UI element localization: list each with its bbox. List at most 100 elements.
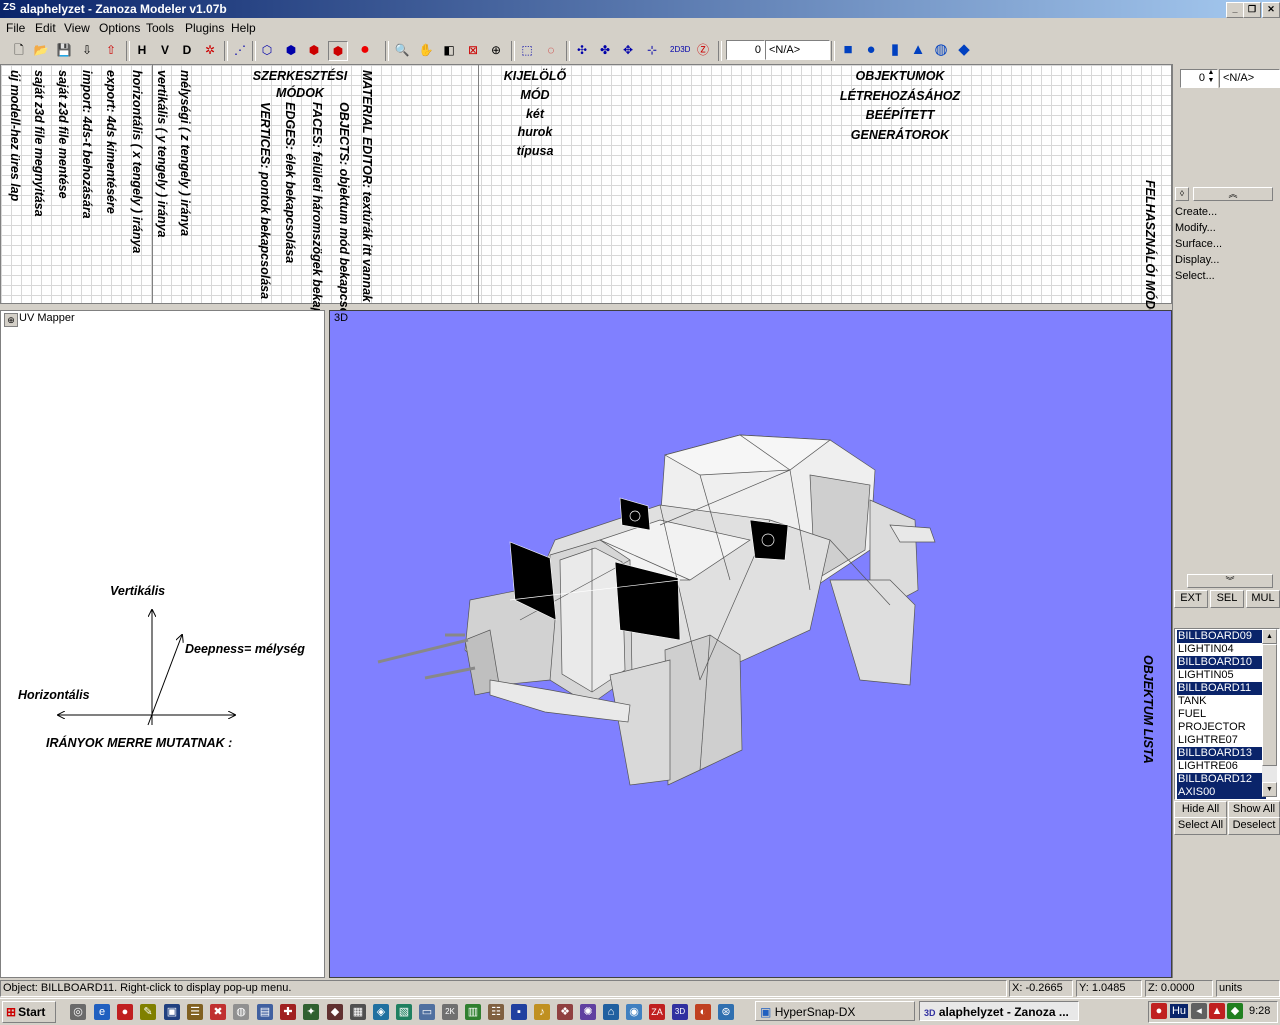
close-button[interactable]: ✕ xyxy=(1262,2,1280,18)
save-file-icon[interactable]: 💾 xyxy=(55,41,73,59)
quicklaunch-icon-7[interactable]: ✖ xyxy=(210,1004,226,1020)
quicklaunch-icon-27[interactable]: 3D xyxy=(672,1004,688,1020)
quicklaunch-icon-12[interactable]: ◆ xyxy=(327,1004,343,1020)
menu-tools[interactable]: Tools xyxy=(146,21,174,35)
quicklaunch-icon-21[interactable]: ♪ xyxy=(534,1004,550,1020)
object-list-item[interactable]: LIGHTRE06 xyxy=(1177,760,1266,773)
cube-view-icon[interactable]: ◧ xyxy=(440,41,458,59)
menu-edit[interactable]: Edit xyxy=(35,21,56,35)
object-list-item[interactable]: BILLBOARD09 xyxy=(1177,630,1266,643)
depth-axis-button[interactable]: D xyxy=(178,41,196,59)
zoom-icon[interactable]: 🔍 xyxy=(393,41,411,59)
material-sphere-icon[interactable]: ● xyxy=(356,41,374,59)
tray-icon-3[interactable]: ▲ xyxy=(1209,1003,1225,1019)
quicklaunch-icon-1[interactable]: ◎ xyxy=(70,1004,86,1020)
deselect-button[interactable]: Deselect xyxy=(1228,817,1280,835)
object-list-item[interactable]: TANK xyxy=(1177,695,1266,708)
export-icon[interactable]: ⇧ xyxy=(102,41,120,59)
faces-mode-icon[interactable]: ⬢ xyxy=(282,41,300,59)
menu-plugins[interactable]: Plugins xyxy=(185,21,224,35)
object-list-item[interactable]: LIGHTIN05 xyxy=(1177,669,1266,682)
quicklaunch-icon-16[interactable]: ▭ xyxy=(419,1004,435,1020)
edges-mode-icon[interactable]: ⬡ xyxy=(258,41,276,59)
torus-primitive-icon[interactable]: ◍ xyxy=(932,41,950,59)
zoom-extents-icon[interactable]: ⊠ xyxy=(464,41,482,59)
top-view-panel[interactable] xyxy=(0,64,1172,304)
spin-arrows-icon[interactable]: ▲ ▼ xyxy=(1206,69,1216,86)
task-hypersnap[interactable]: ▣ HyperSnap-DX xyxy=(755,1001,915,1021)
horizontal-axis-button[interactable]: H xyxy=(133,41,151,59)
object-list-item[interactable]: BILLBOARD10 xyxy=(1177,656,1266,669)
minimize-button[interactable]: _ xyxy=(1226,2,1244,18)
object-list-scrollbar[interactable]: ▲ ▼ xyxy=(1262,629,1277,797)
box-primitive-icon[interactable]: ■ xyxy=(839,41,857,59)
z-buffer-icon[interactable]: Ⓩ xyxy=(694,41,712,59)
object-list-item[interactable]: PROJECTOR xyxy=(1177,721,1266,734)
tray-icon-4[interactable]: ◆ xyxy=(1227,1003,1243,1019)
cylinder-primitive-icon[interactable]: ▮ xyxy=(886,41,904,59)
maximize-button[interactable]: ❐ xyxy=(1243,2,1261,18)
toolbar-combo[interactable]: <N/A> xyxy=(765,40,830,60)
object-list-item[interactable]: LIGHTRE07 xyxy=(1177,734,1266,747)
start-button[interactable]: ⊞ Start xyxy=(2,1001,56,1023)
rotate-icon[interactable]: ✤ xyxy=(596,41,614,59)
mul-button[interactable]: MUL xyxy=(1246,590,1280,608)
side-menu-modify[interactable]: Modify... xyxy=(1175,222,1216,234)
open-file-icon[interactable]: 📂 xyxy=(32,41,50,59)
menu-file[interactable]: File xyxy=(6,21,25,35)
task-zanoza[interactable]: 3D alaphelyzet - Zanoza ... xyxy=(919,1001,1079,1021)
camera-icon[interactable]: ⊕ xyxy=(487,41,505,59)
quicklaunch-icon-28[interactable]: ◐ xyxy=(695,1004,711,1020)
side-na-combo[interactable]: <N/A> xyxy=(1219,69,1280,88)
ie-icon[interactable]: e xyxy=(94,1004,110,1020)
material-editor-mode-icon[interactable]: ⬢ xyxy=(328,41,348,61)
sphere-primitive-icon[interactable]: ● xyxy=(862,41,880,59)
ext-button[interactable]: EXT xyxy=(1174,590,1208,608)
axis-tool-icon[interactable]: ⊹ xyxy=(643,41,661,59)
quicklaunch-icon-13[interactable]: ▦ xyxy=(350,1004,366,1020)
menu-help[interactable]: Help xyxy=(231,21,256,35)
object-list-item[interactable]: BILLBOARD11 xyxy=(1177,682,1266,695)
quicklaunch-icon-25[interactable]: ◉ xyxy=(626,1004,642,1020)
object-list-item[interactable]: FUEL xyxy=(1177,708,1266,721)
quicklaunch-icon-24[interactable]: ⌂ xyxy=(603,1004,619,1020)
side-menu-create[interactable]: Create... xyxy=(1175,206,1217,218)
object-list-item[interactable]: BILLBOARD12 xyxy=(1177,773,1266,786)
object-list-item[interactable]: BILLBOARD13 xyxy=(1177,747,1266,760)
quicklaunch-icon-11[interactable]: ✦ xyxy=(303,1004,319,1020)
quicklaunch-icon-10[interactable]: ✚ xyxy=(280,1004,296,1020)
select-all-button[interactable]: Select All xyxy=(1174,817,1227,835)
quicklaunch-icon-19[interactable]: ☷ xyxy=(488,1004,504,1020)
quicklaunch-icon-4[interactable]: ✎ xyxy=(140,1004,156,1020)
new-file-icon[interactable]: 🗋 xyxy=(10,41,28,59)
cone-primitive-icon[interactable]: ▲ xyxy=(909,41,927,59)
scale-icon[interactable]: ✥ xyxy=(619,41,637,59)
language-indicator[interactable]: Hu xyxy=(1170,1004,1188,1018)
scroll-up-icon[interactable]: ︽ xyxy=(1193,187,1273,201)
sel-button[interactable]: SEL xyxy=(1210,590,1244,608)
quicklaunch-icon-29[interactable]: ⊛ xyxy=(718,1004,734,1020)
quicklaunch-icon-18[interactable]: ▥ xyxy=(465,1004,481,1020)
quicklaunch-icon-26[interactable]: ZA xyxy=(649,1004,665,1020)
quicklaunch-icon-5[interactable]: ▣ xyxy=(164,1004,180,1020)
quicklaunch-icon-8[interactable]: ◍ xyxy=(233,1004,249,1020)
quicklaunch-icon-6[interactable]: ☰ xyxy=(187,1004,203,1020)
panel-toggle-icon[interactable]: ◊ xyxy=(1175,187,1189,201)
pan-hand-icon[interactable]: ✋ xyxy=(417,41,435,59)
quicklaunch-icon-20[interactable]: ▪ xyxy=(511,1004,527,1020)
vertices-mode-icon[interactable]: ⋰ xyxy=(231,41,249,59)
side-menu-surface[interactable]: Surface... xyxy=(1175,238,1222,250)
objects-mode-icon[interactable]: ⬢ xyxy=(305,41,323,59)
axis-gizmo-icon[interactable]: ✲ xyxy=(201,41,219,59)
tray-icon-2[interactable]: ◂ xyxy=(1191,1003,1207,1019)
uv-mapper-icon[interactable]: ⊕ xyxy=(4,313,18,327)
quicklaunch-icon-9[interactable]: ▤ xyxy=(257,1004,273,1020)
plane-primitive-icon[interactable]: ◆ xyxy=(955,41,973,59)
car-model[interactable] xyxy=(370,430,950,800)
side-menu-select[interactable]: Select... xyxy=(1175,270,1215,282)
lasso-select-icon[interactable]: ◌ xyxy=(542,41,560,59)
object-list-item[interactable]: AXIS00 xyxy=(1177,786,1266,799)
quicklaunch-icon-23[interactable]: ✺ xyxy=(580,1004,596,1020)
side-menu-display[interactable]: Display... xyxy=(1175,254,1219,266)
tray-icon-1[interactable]: ● xyxy=(1151,1003,1167,1019)
